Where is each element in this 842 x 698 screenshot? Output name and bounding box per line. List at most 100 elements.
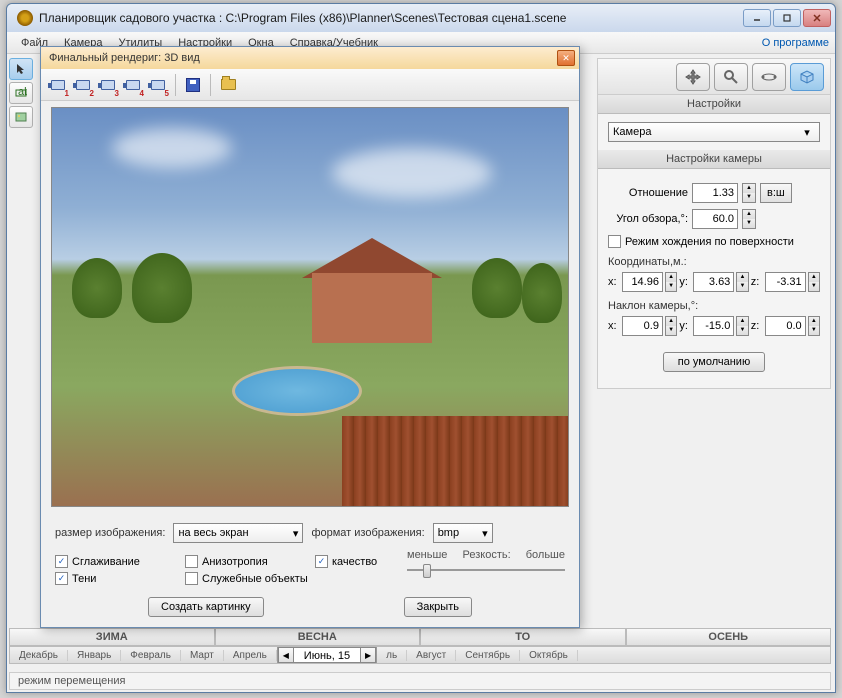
close-button[interactable] — [803, 9, 831, 27]
camera-icon — [76, 80, 90, 90]
month-dec[interactable]: Декабрь — [10, 650, 68, 661]
camera-dropdown[interactable]: Камера ▾ — [608, 122, 820, 142]
fov-label: Угол обзора,°: — [608, 213, 688, 225]
dialog-close-button[interactable]: ✕ — [557, 50, 575, 66]
format-select[interactable]: bmp ▾ — [433, 523, 493, 543]
ty-input[interactable]: -15.0 — [693, 316, 734, 336]
dialog-title: Финальный рендериг: 3D вид — [45, 52, 557, 64]
slider-thumb[interactable] — [423, 564, 431, 578]
z-input[interactable]: -3.31 — [765, 272, 806, 292]
camera-icon — [101, 80, 115, 90]
x-input[interactable]: 14.96 — [622, 272, 663, 292]
season-autumn[interactable]: ОСЕНЬ — [626, 628, 832, 646]
zoom-tool-icon[interactable] — [714, 63, 748, 91]
ratio-mode-button[interactable]: в:ш — [760, 183, 792, 203]
quality-checkbox[interactable]: ✓ — [315, 555, 328, 568]
season-spring[interactable]: ВЕСНА — [215, 628, 421, 646]
size-value: на весь экран — [178, 527, 248, 539]
pan-tool-icon[interactable] — [676, 63, 710, 91]
current-date: Июнь, 15 — [294, 647, 360, 663]
service-objects-checkbox[interactable] — [185, 572, 198, 585]
camera-3-button[interactable]: 3 — [97, 74, 119, 96]
create-image-button[interactable]: Создать картинку — [148, 597, 264, 617]
size-select[interactable]: на весь экран ▾ — [173, 523, 303, 543]
titlebar: Планировщик садового участка : C:\Progra… — [7, 4, 835, 32]
season-summer[interactable]: ТО — [420, 628, 626, 646]
coords-title: Координаты,м.: — [608, 256, 820, 268]
month-mar[interactable]: Март — [181, 650, 224, 661]
chevron-down-icon: ▾ — [293, 527, 299, 540]
window-title: Планировщик садового участка : C:\Progra… — [39, 11, 743, 25]
ty-spinner[interactable]: ▲▼ — [736, 316, 748, 336]
fov-input[interactable]: 60.0 — [692, 209, 738, 229]
view3d-tool-icon[interactable] — [790, 63, 824, 91]
folder-icon — [221, 79, 236, 90]
walk-mode-checkbox[interactable] — [608, 235, 621, 248]
service-objects-label: Служебные объекты — [202, 573, 308, 585]
fov-spinner[interactable]: ▲▼ — [742, 209, 756, 229]
format-label: формат изображения: — [311, 527, 424, 539]
open-button[interactable] — [217, 74, 239, 96]
month-jul[interactable]: ль — [377, 650, 407, 661]
tz-input[interactable]: 0.0 — [765, 316, 806, 336]
camera-1-button[interactable]: 1 — [47, 74, 69, 96]
camera-icon — [51, 80, 65, 90]
tx-input[interactable]: 0.9 — [622, 316, 663, 336]
text-tool[interactable]: ab — [9, 82, 33, 104]
season-winter[interactable]: ЗИМА — [9, 628, 215, 646]
maximize-button[interactable] — [773, 9, 801, 27]
pointer-tool[interactable] — [9, 58, 33, 80]
y-spinner[interactable]: ▲▼ — [736, 272, 748, 292]
sharpness-label: Резкость: — [463, 549, 511, 561]
ratio-input[interactable]: 1.33 — [692, 183, 738, 203]
smoothing-checkbox[interactable]: ✓ — [55, 555, 68, 568]
ratio-spinner[interactable]: ▲▼ — [742, 183, 756, 203]
camera-settings-header: Настройки камеры — [598, 150, 830, 169]
camera-5-button[interactable]: 5 — [147, 74, 169, 96]
camera-icon — [151, 80, 165, 90]
tz-label: z: — [751, 320, 763, 332]
z-spinner[interactable]: ▲▼ — [808, 272, 820, 292]
less-label: меньше — [407, 549, 447, 561]
sharpness-slider[interactable] — [407, 569, 565, 571]
about-link[interactable]: О программе — [762, 37, 829, 49]
y-label: y: — [679, 276, 691, 288]
render-dialog: Финальный рендериг: 3D вид ✕ 1 2 3 4 5 р… — [40, 46, 580, 628]
shadows-checkbox[interactable]: ✓ — [55, 572, 68, 585]
camera-4-button[interactable]: 4 — [122, 74, 144, 96]
default-button[interactable]: по умолчанию — [663, 352, 765, 372]
tx-label: x: — [608, 320, 620, 332]
tilt-title: Наклон камеры,°: — [608, 300, 820, 312]
anisotropy-checkbox[interactable] — [185, 555, 198, 568]
ratio-label: Отношение — [608, 187, 688, 199]
month-aug[interactable]: Август — [407, 650, 456, 661]
month-jan[interactable]: Январь — [68, 650, 121, 661]
app-icon — [17, 10, 33, 26]
shadows-label: Тени — [72, 573, 96, 585]
date-next-button[interactable]: ▶ — [360, 647, 376, 663]
minimize-button[interactable] — [743, 9, 771, 27]
save-button[interactable] — [182, 74, 204, 96]
month-apr[interactable]: Апрель — [224, 650, 277, 661]
toolbar-separator — [175, 74, 176, 96]
chevron-down-icon: ▾ — [482, 527, 488, 540]
tz-spinner[interactable]: ▲▼ — [808, 316, 820, 336]
left-toolbar: ab — [9, 58, 35, 128]
anisotropy-label: Анизотропия — [202, 556, 268, 568]
month-feb[interactable]: Февраль — [121, 650, 181, 661]
image-tool[interactable] — [9, 106, 33, 128]
x-label: x: — [608, 276, 620, 288]
month-oct[interactable]: Октябрь — [520, 650, 578, 661]
y-input[interactable]: 3.63 — [693, 272, 734, 292]
close-dialog-button[interactable]: Закрыть — [404, 597, 472, 617]
render-viewport — [51, 107, 569, 507]
camera-2-button[interactable]: 2 — [72, 74, 94, 96]
x-spinner[interactable]: ▲▼ — [665, 272, 677, 292]
ty-label: y: — [679, 320, 691, 332]
right-panel-toolbar — [598, 59, 830, 95]
month-sep[interactable]: Сентябрь — [456, 650, 520, 661]
tx-spinner[interactable]: ▲▼ — [665, 316, 677, 336]
date-prev-button[interactable]: ◀ — [278, 647, 294, 663]
orbit-tool-icon[interactable] — [752, 63, 786, 91]
save-icon — [186, 78, 200, 92]
